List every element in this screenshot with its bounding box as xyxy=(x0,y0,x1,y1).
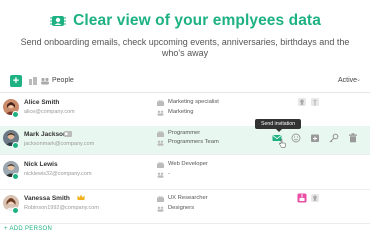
employee-role: Programmer xyxy=(168,130,201,136)
briefcase-icon xyxy=(157,100,164,106)
employee-name[interactable]: Mark Jackson xyxy=(24,131,67,138)
briefcase-icon xyxy=(157,196,164,202)
toolbar: + People Active ⌄ xyxy=(0,74,370,90)
employee-team: Designers xyxy=(168,205,195,211)
table-row[interactable]: Alice Smith alice@company.com Marketing … xyxy=(0,93,370,128)
employee-team: Programmers Team xyxy=(168,139,219,145)
award-badge-icon[interactable] xyxy=(297,97,307,107)
chevron-down-icon[interactable]: ⌄ xyxy=(356,76,361,83)
employee-email[interactable]: jacksonmark@company.com xyxy=(24,141,94,147)
crown-icon xyxy=(77,194,85,200)
face-smile-icon[interactable] xyxy=(291,133,301,143)
employee-team: - xyxy=(168,171,170,177)
id-card-icon xyxy=(64,131,72,137)
employee-role: Web Developer xyxy=(168,161,208,167)
calendar-add-icon[interactable] xyxy=(310,133,320,143)
team-icon xyxy=(157,172,164,178)
team-logo-icon xyxy=(50,16,67,26)
table-row[interactable]: Mark Jackson jacksonmark@company.com Pro… xyxy=(0,126,370,155)
building-icon[interactable] xyxy=(28,77,38,85)
add-button[interactable]: + xyxy=(10,75,22,87)
birthday-cake-icon[interactable] xyxy=(297,193,307,203)
team-icon xyxy=(157,206,164,212)
status-online-dot xyxy=(12,111,19,118)
employee-email[interactable]: Robinson1992@company.com xyxy=(24,205,99,211)
add-person-button[interactable]: + ADD PERSON xyxy=(4,226,52,232)
employee-name[interactable]: Vanessa Smith xyxy=(24,195,70,202)
employee-email[interactable]: alice@company.com xyxy=(24,109,75,115)
table-row[interactable]: Vanessa Smith Robinson1992@company.com U… xyxy=(0,189,370,224)
employee-role: Marketing specialist xyxy=(168,99,219,105)
page-title: Clear view of your emplyees data xyxy=(73,12,321,29)
team-icon xyxy=(157,140,164,146)
status-filter-select[interactable]: Active xyxy=(338,77,357,84)
key-icon[interactable] xyxy=(329,133,339,143)
employee-email[interactable]: nicklewis32@company.com xyxy=(24,171,92,177)
status-online-dot xyxy=(12,173,19,180)
employee-name[interactable]: Alice Smith xyxy=(24,99,59,106)
trash-icon[interactable] xyxy=(348,133,358,143)
send-invitation-tooltip: Send invitation xyxy=(255,119,301,132)
briefcase-icon xyxy=(157,162,164,168)
cursor-hand-icon xyxy=(279,139,286,148)
people-label: People xyxy=(52,77,74,84)
status-online-dot xyxy=(12,142,19,149)
palm-tree-icon[interactable] xyxy=(310,97,320,107)
page-subtitle: Send onboarding emails, check upcoming e… xyxy=(20,37,350,58)
team-icon[interactable] xyxy=(40,77,50,85)
employee-team: Marketing xyxy=(168,109,194,115)
hero-title-row: Clear view of your emplyees data xyxy=(0,12,370,30)
award-badge-icon[interactable] xyxy=(310,193,320,203)
status-online-dot xyxy=(12,207,19,214)
briefcase-icon xyxy=(157,131,164,137)
team-icon xyxy=(157,110,164,116)
hero-section: Clear view of your emplyees data Send on… xyxy=(0,0,370,72)
table-row[interactable]: Nick Lewis nicklewis32@company.com Web D… xyxy=(0,155,370,190)
employee-role: UX Researcher xyxy=(168,195,208,201)
employee-name[interactable]: Nick Lewis xyxy=(24,161,58,168)
